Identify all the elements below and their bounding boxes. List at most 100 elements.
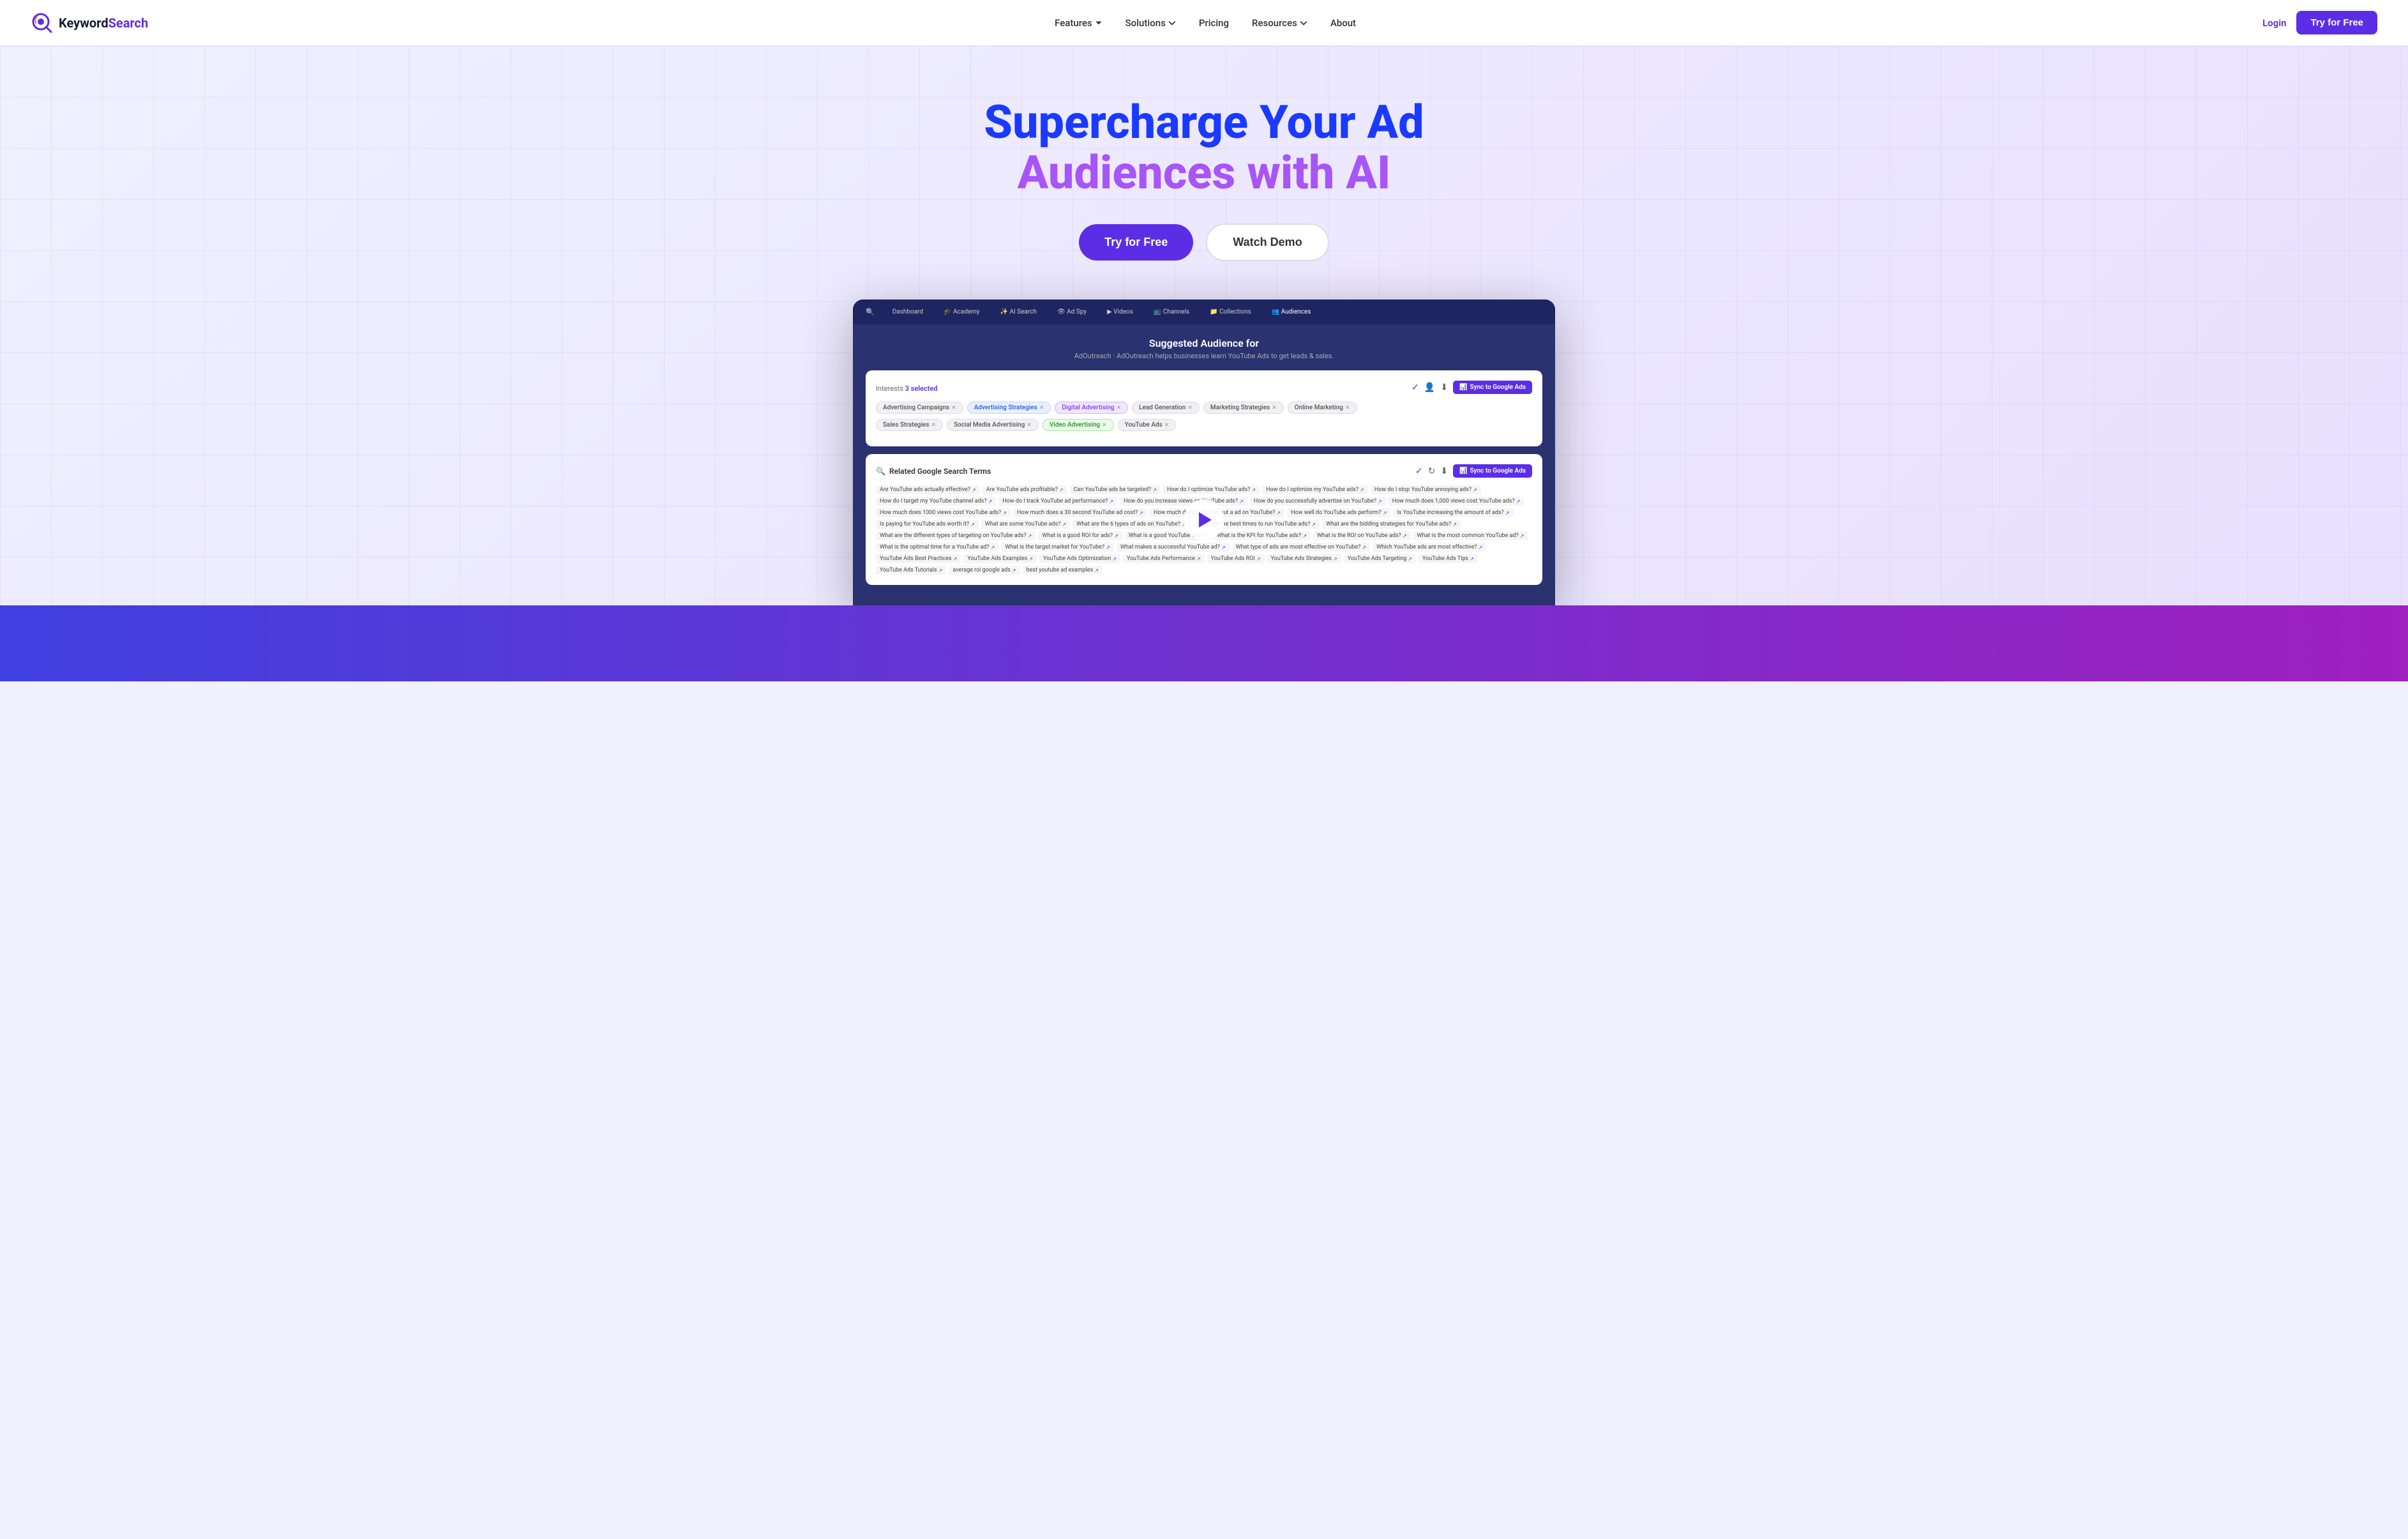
search-term-item[interactable]: YouTube Ads ROI ↗	[1207, 554, 1265, 563]
app-nav-videos[interactable]: ▶ Videos	[1102, 306, 1138, 318]
search-term-item[interactable]: best youtube ad examples ↗	[1023, 566, 1103, 575]
nav-solutions[interactable]: Solutions	[1125, 17, 1176, 29]
tag-advertising-campaigns[interactable]: Advertising Campaigns ✕	[876, 402, 963, 414]
app-nav-collections[interactable]: 📁 Collections	[1205, 306, 1256, 318]
tag-online-marketing[interactable]: Online Marketing ✕	[1288, 402, 1357, 414]
hero-title: Supercharge Your Ad Audiences with AI	[917, 97, 1491, 198]
app-nav-dashboard[interactable]: Dashboard	[887, 306, 928, 318]
search-term-item[interactable]: How well do YouTube ads perform? ↗	[1287, 508, 1390, 517]
tag-youtube-ads[interactable]: YouTube Ads ✕	[1118, 419, 1177, 431]
search-term-item[interactable]: What is the KPI for YouTube ads? ↗	[1213, 531, 1311, 540]
search-term-item[interactable]: Are YouTube ads profitable? ↗	[982, 485, 1067, 494]
suggested-audience-title: Suggested Audience for	[866, 337, 1542, 349]
search-term-item[interactable]: YouTube Ads Tips ↗	[1418, 554, 1478, 563]
search-term-item[interactable]: What is the ROI on YouTube ads? ↗	[1313, 531, 1411, 540]
app-nav-ai-search[interactable]: ✨ AI Search	[995, 306, 1042, 318]
navbar: KeywordSearch Features Solutions Pricing…	[0, 0, 2408, 46]
nav-features[interactable]: Features	[1055, 17, 1102, 29]
arrow-icon: ↗	[1152, 487, 1157, 493]
arrow-icon: ↗	[1221, 545, 1226, 550]
search-term-item[interactable]: What is the most common YouTube ad? ↗	[1413, 531, 1528, 540]
search-term-item[interactable]: YouTube Ads Targeting ↗	[1344, 554, 1416, 563]
search-term-item[interactable]: average roi google ads ↗	[949, 566, 1020, 575]
app-nav-channels[interactable]: 📺 Channels	[1148, 306, 1194, 318]
arrow-icon: ↗	[1256, 556, 1261, 562]
tag-marketing-strategies[interactable]: Marketing Strategies ✕	[1203, 402, 1284, 414]
search-term-item[interactable]: How do I target my YouTube channel ads? …	[876, 497, 996, 506]
search-term-item[interactable]: How do you increase views on YouTube ads…	[1120, 497, 1247, 506]
search-term-item[interactable]: Can YouTube ads be targeted? ↗	[1070, 485, 1161, 494]
app-nav-items: Dashboard 🎓 Academy ✨ AI Search 👁 Ad Spy…	[887, 306, 1316, 318]
search-term-item[interactable]: How do I track YouTube ad performance? ↗	[998, 497, 1117, 506]
arrow-icon: ↗	[1333, 556, 1337, 562]
arrow-icon: ↗	[1059, 487, 1064, 493]
search-term-item[interactable]: How do you successfully advertise on You…	[1250, 497, 1386, 506]
search-term-item[interactable]: Is paying for YouTube ads worth it? ↗	[876, 520, 979, 529]
arrow-icon: ↗	[1062, 522, 1067, 527]
arrow-icon: ↗	[1302, 533, 1307, 539]
arrow-icon: ↗	[1112, 556, 1117, 562]
search-term-item[interactable]: YouTube Ads Examples ↗	[963, 554, 1037, 563]
tag-digital-advertising[interactable]: Digital Advertising ✕	[1055, 402, 1128, 414]
arrow-icon: ↗	[1408, 556, 1412, 562]
search-term-item[interactable]: What type of ads are most effective on Y…	[1232, 543, 1370, 552]
search-terms-card: 🔍 Related Google Search Terms ✓ ↻ ⬇ 📊 Sy…	[866, 454, 1542, 585]
app-nav-ad-spy[interactable]: 👁 Ad Spy	[1052, 306, 1092, 318]
sync-search-terms-button[interactable]: 📊 Sync to Google Ads	[1453, 464, 1532, 478]
search-term-item[interactable]: Are YouTube ads actually effective? ↗	[876, 485, 980, 494]
search-term-item[interactable]: Which YouTube ads are most effective? ↗	[1373, 543, 1486, 552]
play-button[interactable]	[1184, 499, 1224, 540]
search-term-item[interactable]: How do I stop YouTube annoying ads? ↗	[1371, 485, 1481, 494]
arrow-icon: ↗	[1028, 556, 1033, 562]
arrow-icon: ↗	[1362, 545, 1366, 550]
arrow-icon: ↗	[1012, 568, 1016, 573]
search-term-item[interactable]: What are the 6 types of ads on YouTube? …	[1072, 520, 1190, 529]
nav-resources[interactable]: Resources	[1252, 17, 1307, 29]
search-term-item[interactable]: What is the optimal time for a YouTube a…	[876, 543, 998, 552]
search-icon: 🔍	[876, 467, 885, 476]
search-term-item[interactable]: What are the bidding strategies for YouT…	[1322, 520, 1461, 529]
search-term-item[interactable]: What are some YouTube ads? ↗	[981, 520, 1070, 529]
try-for-free-button[interactable]: Try for Free	[2296, 11, 2377, 34]
search-term-item[interactable]: How do I optimize YouTube ads? ↗	[1163, 485, 1260, 494]
login-button[interactable]: Login	[2262, 17, 2286, 29]
arrow-icon: ↗	[1028, 533, 1032, 539]
interests-actions: ✓ 👤 ⬇ 📊 Sync to Google Ads	[1411, 381, 1532, 394]
google-ads-icon: 📊	[1459, 467, 1467, 474]
app-nav-academy[interactable]: 🎓 Academy	[938, 306, 985, 318]
nav-about[interactable]: About	[1330, 17, 1356, 29]
hero-title-line2: Audiences with AI	[1018, 146, 1391, 200]
search-term-item[interactable]: How much does a 30 second YouTube ad cos…	[1013, 508, 1147, 517]
search-term-item[interactable]: Is YouTube increasing the amount of ads?…	[1393, 508, 1513, 517]
search-term-item[interactable]: How much does 1,000 views cost YouTube a…	[1388, 497, 1524, 506]
nav-pricing[interactable]: Pricing	[1199, 17, 1229, 29]
search-term-item[interactable]: YouTube Ads Tutorials ↗	[876, 566, 946, 575]
search-term-item[interactable]: What is a good ROI for ads? ↗	[1038, 531, 1122, 540]
arrow-icon: ↗	[1516, 499, 1521, 504]
sync-to-google-ads-button[interactable]: 📊 Sync to Google Ads	[1453, 381, 1532, 394]
search-term-item[interactable]: What is the target market for YouTube? ↗	[1001, 543, 1114, 552]
search-term-item[interactable]: What are the different types of targetin…	[876, 531, 1035, 540]
search-term-item[interactable]: How do I optimize my YouTube ads? ↗	[1262, 485, 1368, 494]
hero-demo-button[interactable]: Watch Demo	[1206, 224, 1328, 261]
app-search[interactable]: 🔍	[866, 308, 875, 316]
hero-try-button[interactable]: Try for Free	[1079, 224, 1193, 261]
tag-sales-strategies[interactable]: Sales Strategies ✕	[876, 419, 943, 431]
arrow-icon: ↗	[1403, 533, 1407, 539]
logo-search: Search	[109, 15, 149, 31]
tag-video-advertising[interactable]: Video Advertising ✕	[1042, 419, 1114, 431]
tag-lead-generation[interactable]: Lead Generation ✕	[1132, 402, 1200, 414]
tag-social-media-advertising[interactable]: Social Media Advertising ✕	[947, 419, 1039, 431]
search-term-item[interactable]: YouTube Ads Optimization ↗	[1039, 554, 1120, 563]
search-term-item[interactable]: YouTube Ads Best Practices ↗	[876, 554, 961, 563]
interests-card: Interests 3 selected ✓ 👤 ⬇ 📊 Syn	[866, 370, 1542, 446]
arrow-icon: ↗	[1479, 545, 1483, 550]
app-nav-audiences[interactable]: 👥 Audiences	[1267, 306, 1316, 318]
logo[interactable]: KeywordSearch	[31, 11, 148, 34]
arrow-icon: ↗	[1276, 510, 1281, 516]
search-term-item[interactable]: YouTube Ads Strategies ↗	[1267, 554, 1341, 563]
search-term-item[interactable]: What makes a successful YouTube ad? ↗	[1117, 543, 1230, 552]
search-term-item[interactable]: YouTube Ads Performance ↗	[1123, 554, 1205, 563]
tag-advertising-strategies[interactable]: Advertising Strategies ✕	[967, 402, 1051, 414]
search-term-item[interactable]: How much does 1000 views cost YouTube ad…	[876, 508, 1011, 517]
